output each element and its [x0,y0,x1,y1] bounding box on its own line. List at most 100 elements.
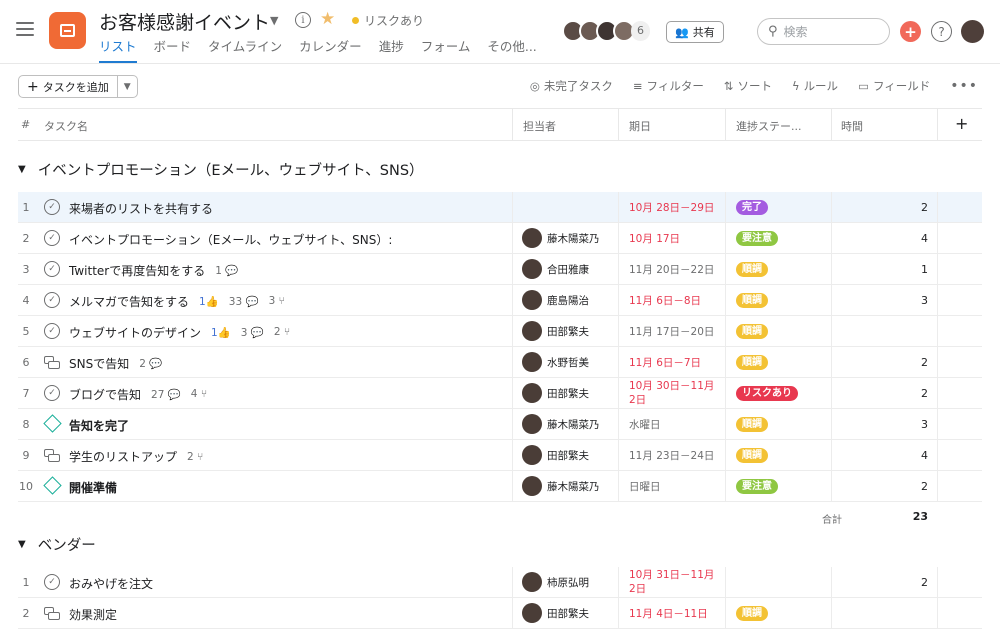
member-avatars[interactable]: 6 [562,20,650,42]
col-status[interactable]: 進捗ステー... [736,118,802,134]
task-name[interactable]: 効果測定 [69,606,117,623]
task-name[interactable]: おみやげを注文 [69,575,153,592]
section-header[interactable]: ▼ ベンダー [18,534,96,555]
table-row[interactable]: 7 ✓ ブログで告知 27 💬 4 ⑂ 田部繁夫 10月 30日－11月 2日 リスクあり 2 [18,378,982,409]
table-row[interactable]: 8 告知を完了 藤木陽菜乃 水曜日 順調 3 [18,409,982,440]
star-icon[interactable]: ★ [320,9,335,29]
assignee[interactable]: 藤木陽菜乃 [522,414,600,434]
more-icon[interactable]: ••• [950,78,978,94]
task-name[interactable]: 来場者のリストを共有する [69,200,213,217]
assignee[interactable]: 田部繁夫 [522,445,589,465]
due-date[interactable]: 11月 6日－8日 [629,294,701,308]
tab-1[interactable]: ボード [154,36,192,63]
section-header[interactable]: ▼ イベントプロモーション（Eメール、ウェブサイト、SNS） [18,159,424,180]
assignee[interactable]: 田部繁夫 [522,603,589,623]
tab-6[interactable]: その他... [487,36,536,63]
table-row[interactable]: 9 学生のリストアップ 2 ⑂ 田部繁夫 11月 23日－24日 順調 4 [18,440,982,471]
assignee[interactable]: 合田雅康 [522,259,589,279]
tab-4[interactable]: 進捗 [379,36,404,63]
task-name[interactable]: イベントプロモーション（Eメール、ウェブサイト、SNS）: [69,231,392,248]
col-task[interactable]: タスク名 [44,118,88,134]
triangle-down-icon[interactable]: ▼ [18,539,26,550]
table-row[interactable]: 2 ✓ イベントプロモーション（Eメール、ウェブサイト、SNS）: 藤木陽菜乃 10月 … [18,223,982,254]
status-badge[interactable]: 順調 [736,355,768,370]
incomplete-tasks-button[interactable]: ◎ 未完了タスク [530,78,613,94]
status-badge[interactable]: 要注意 [736,231,778,246]
task-name[interactable]: ブログで告知 27 💬 4 ⑂ [69,386,207,403]
milestone-icon[interactable] [43,414,62,433]
due-date[interactable]: 10月 30日－11月 2日 [629,379,715,407]
triangle-down-icon[interactable]: ▼ [18,164,26,175]
assignee[interactable]: 田部繁夫 [522,383,589,403]
user-avatar[interactable] [961,20,984,43]
project-title[interactable]: お客様感謝イベント [99,8,270,35]
status-badge[interactable]: 順調 [736,324,768,339]
status-badge[interactable]: 完了 [736,200,768,215]
table-row[interactable]: 5 ✓ ウェブサイトのデザイン 1👍 3 💬 2 ⑂ 田部繁夫 11月 17日－20日 順調 [18,316,982,347]
status-badge[interactable]: 順調 [736,606,768,621]
assignee[interactable]: 田部繁夫 [522,321,589,341]
chevron-down-icon[interactable]: ▼ [270,14,278,27]
due-date[interactable]: 10月 17日 [629,232,680,246]
assignee[interactable]: 藤木陽菜乃 [522,228,600,248]
add-task-main[interactable]: + タスクを追加 [19,76,118,97]
task-name[interactable]: SNSで告知 2 💬 [69,355,162,372]
assignee[interactable]: 柿原弘明 [522,572,589,592]
task-name[interactable]: Twitterで再度告知をする 1 💬 [69,262,238,279]
check-circle-icon[interactable]: ✓ [44,230,60,246]
filter-button[interactable]: ≡ フィルター [633,78,704,94]
check-circle-icon[interactable]: ✓ [44,292,60,308]
check-circle-icon[interactable]: ✓ [44,574,60,590]
tab-5[interactable]: フォーム [421,36,471,63]
sort-button[interactable]: ⇅ ソート [724,78,772,94]
rules-button[interactable]: ϟ ルール [792,78,838,94]
check-circle-icon[interactable]: ✓ [44,261,60,277]
due-date[interactable]: 水曜日 [629,418,661,432]
check-circle-icon[interactable]: ✓ [44,323,60,339]
fields-button[interactable]: ▭ フィールド [858,78,930,94]
check-circle-icon[interactable]: ✓ [44,385,60,401]
status-badge[interactable]: 順調 [736,293,768,308]
status-badge[interactable]: 要注意 [736,479,778,494]
assignee[interactable]: 鹿島陽治 [522,290,589,310]
check-circle-icon[interactable]: ✓ [44,199,60,215]
table-row[interactable]: 1 ✓ おみやげを注文 柿原弘明 10月 31日－11月 2日 2 [18,567,982,598]
milestone-icon[interactable] [43,476,62,495]
tab-0[interactable]: リスト [99,36,137,63]
task-name[interactable]: 学生のリストアップ 2 ⑂ [69,448,203,465]
tab-2[interactable]: タイムライン [208,36,282,63]
task-name[interactable]: 開催準備 [69,479,117,496]
due-date[interactable]: 日曜日 [629,480,661,494]
task-name[interactable]: メルマガで告知をする 1👍 33 💬 3 ⑂ [69,293,285,310]
due-date[interactable]: 10月 31日－11月 2日 [629,568,715,596]
table-row[interactable]: 3 ✓ Twitterで再度告知をする 1 💬 合田雅康 11月 20日－22日 順調 1 [18,254,982,285]
col-assignee[interactable]: 担当者 [523,118,556,134]
share-button[interactable]: 👥 共有 [666,21,724,43]
menu-icon[interactable] [16,22,34,36]
info-icon[interactable]: i [295,12,311,28]
table-row[interactable]: 4 ✓ メルマガで告知をする 1👍 33 💬 3 ⑂ 鹿島陽治 11月 6日－8日 順調 3 [18,285,982,316]
due-date[interactable]: 11月 6日－7日 [629,356,701,370]
status-badge[interactable]: 順調 [736,448,768,463]
assignee[interactable]: 水野哲美 [522,352,589,372]
add-column-icon[interactable]: + [955,114,968,133]
due-date[interactable]: 11月 4日－11日 [629,607,708,621]
col-time[interactable]: 時間 [841,118,863,134]
search-input[interactable]: ⚲ 検索 [757,18,890,45]
due-date[interactable]: 11月 23日－24日 [629,449,714,463]
tab-3[interactable]: カレンダー [299,36,362,63]
add-task-button[interactable]: + タスクを追加 ▼ [18,75,138,98]
due-date[interactable]: 10月 28日－29日 [629,201,714,215]
table-row[interactable]: 6 SNSで告知 2 💬 水野哲美 11月 6日－7日 順調 2 [18,347,982,378]
assignee[interactable]: 藤木陽菜乃 [522,476,600,496]
due-date[interactable]: 11月 20日－22日 [629,263,714,277]
task-name[interactable]: 告知を完了 [69,417,129,434]
status-badge[interactable]: 順調 [736,262,768,277]
help-icon[interactable]: ? [931,21,952,42]
due-date[interactable]: 11月 17日－20日 [629,325,714,339]
table-row[interactable]: 1 ✓ 来場者のリストを共有する 10月 28日－29日 完了 2 [18,192,982,223]
project-status[interactable]: リスクあり [352,12,424,29]
status-badge[interactable]: 順調 [736,417,768,432]
status-badge[interactable]: リスクあり [736,386,798,401]
task-name[interactable]: ウェブサイトのデザイン 1👍 3 💬 2 ⑂ [69,324,290,341]
